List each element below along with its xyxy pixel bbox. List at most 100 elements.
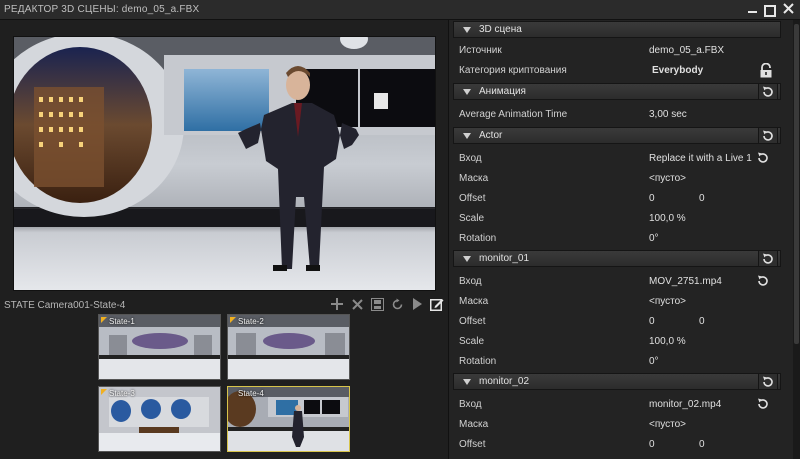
- property-value[interactable]: 3,00 sec: [649, 109, 687, 120]
- section-header-actor[interactable]: Actor: [453, 127, 781, 144]
- reset-icon: [763, 130, 773, 141]
- reset-icon: [758, 275, 768, 286]
- property-key: Average Animation Time: [459, 109, 568, 120]
- scene-preview-image: [14, 37, 435, 290]
- edit-icon: [430, 299, 444, 311]
- property-value[interactable]: <пусто>: [649, 296, 686, 307]
- state-thumbnail-label: State-3: [109, 389, 135, 398]
- state-label: STATE Camera001-State-4: [4, 299, 126, 311]
- collapse-triangle-icon[interactable]: [463, 255, 471, 262]
- property-value[interactable]: <пусто>: [649, 419, 686, 430]
- encryption-category-value[interactable]: Everybody: [652, 65, 703, 76]
- close-button[interactable]: [782, 3, 794, 16]
- property-row: Scale 100,0 %: [449, 332, 793, 351]
- offset-x-value[interactable]: 0: [649, 193, 655, 204]
- offset-y-value[interactable]: 0: [699, 316, 705, 327]
- collapse-triangle-icon[interactable]: [463, 132, 471, 139]
- scrollbar-thumb[interactable]: [794, 24, 799, 344]
- property-row: Rotation 0°: [449, 352, 793, 371]
- property-row: Маска <пусто>: [449, 292, 793, 311]
- properties-panel: 3D сцена Источник demo_05_a.FBX Категори…: [448, 20, 793, 459]
- state-flag-icon: [230, 317, 236, 323]
- collapse-triangle-icon[interactable]: [463, 378, 471, 385]
- reset-monitor-01-button[interactable]: [758, 250, 778, 267]
- section-title: Анимация: [479, 86, 526, 97]
- edit-state-button[interactable]: [430, 297, 444, 311]
- scene-viewport[interactable]: [13, 36, 436, 291]
- property-key: Rotation: [459, 233, 497, 244]
- property-key: Источник: [459, 45, 502, 56]
- property-key: Маска: [459, 419, 489, 430]
- reset-animation-button[interactable]: [758, 83, 778, 100]
- state-thumbnail-selected[interactable]: State-4: [227, 386, 350, 452]
- offset-y-value[interactable]: 0: [699, 439, 705, 450]
- reset-monitor-02-button[interactable]: [758, 373, 778, 390]
- property-key: Scale: [459, 336, 485, 347]
- property-value[interactable]: 0°: [649, 233, 659, 244]
- property-row: Average Animation Time 3,00 sec: [449, 105, 793, 124]
- offset-y-value[interactable]: 0: [699, 193, 705, 204]
- state-thumbnail-label: State-1: [109, 317, 135, 326]
- section-title: Actor: [479, 130, 503, 141]
- reset-input-button[interactable]: [755, 273, 771, 289]
- maximize-button[interactable]: [764, 3, 776, 16]
- lock-icon[interactable]: [759, 63, 773, 78]
- state-thumbnail[interactable]: State-2: [227, 314, 350, 380]
- save-state-button[interactable]: [370, 297, 384, 311]
- minimize-button[interactable]: [746, 3, 758, 16]
- collapse-triangle-icon[interactable]: [463, 26, 471, 33]
- offset-x-value[interactable]: 0: [649, 316, 655, 327]
- property-row: Вход Replace it with a Live 1: [449, 149, 793, 168]
- property-row: Вход monitor_02.mp4: [449, 395, 793, 414]
- plus-icon: [331, 298, 343, 310]
- preview-panel: STATE Camera001-State-4 State-1 State-2 …: [0, 20, 448, 459]
- save-icon: [370, 297, 384, 311]
- property-key: Маска: [459, 173, 489, 184]
- property-value[interactable]: 0°: [649, 356, 659, 367]
- reset-input-button[interactable]: [755, 396, 771, 412]
- reset-icon: [763, 253, 773, 264]
- property-key: Offset: [459, 316, 486, 327]
- title-bar: РЕДАКТОР 3D СЦЕНЫ: demo_05_a.FBX: [0, 0, 800, 20]
- section-header-monitor-01[interactable]: monitor_01: [453, 250, 781, 267]
- reset-icon: [758, 398, 768, 409]
- property-value[interactable]: MOV_2751.mp4: [649, 276, 722, 287]
- property-key: Вход: [459, 399, 482, 410]
- state-flag-icon: [101, 389, 107, 395]
- close-icon: [351, 298, 363, 310]
- property-row: Offset 0 0: [449, 189, 793, 208]
- property-value[interactable]: 100,0 %: [649, 336, 686, 347]
- collapse-triangle-icon[interactable]: [463, 88, 471, 95]
- property-value[interactable]: <пусто>: [649, 173, 686, 184]
- delete-state-button[interactable]: [350, 297, 364, 311]
- play-state-button[interactable]: [410, 297, 424, 311]
- reset-input-button[interactable]: [755, 150, 771, 166]
- close-icon: [782, 3, 794, 14]
- property-value[interactable]: monitor_02.mp4: [649, 399, 721, 410]
- section-header-monitor-02[interactable]: monitor_02: [453, 373, 781, 390]
- property-value[interactable]: demo_05_a.FBX: [649, 45, 724, 56]
- add-state-button[interactable]: [330, 297, 344, 311]
- property-key: Rotation: [459, 356, 497, 367]
- state-thumbnail[interactable]: State-1: [98, 314, 221, 380]
- properties-scrollbar[interactable]: [793, 20, 800, 459]
- property-key: Вход: [459, 153, 482, 164]
- state-thumbnail[interactable]: State-3: [98, 386, 221, 452]
- property-key: Offset: [459, 193, 486, 204]
- property-row: Источник demo_05_a.FBX: [449, 41, 793, 60]
- property-value[interactable]: 100,0 %: [649, 213, 686, 224]
- section-header-scene[interactable]: 3D сцена: [453, 21, 781, 38]
- window-controls: [746, 3, 794, 16]
- property-key: Scale: [459, 213, 485, 224]
- property-value[interactable]: Replace it with a Live 1: [649, 153, 752, 164]
- property-key: Категория криптования: [459, 65, 567, 76]
- section-header-animation[interactable]: Анимация: [453, 83, 781, 100]
- refresh-state-button[interactable]: [390, 297, 404, 311]
- state-flag-icon: [101, 317, 107, 323]
- state-thumbnails: State-1 State-2 State-3 State-4: [98, 314, 354, 454]
- property-row: Вход MOV_2751.mp4: [449, 272, 793, 291]
- reset-actor-button[interactable]: [758, 127, 778, 144]
- property-row: Offset 0 0: [449, 435, 793, 454]
- refresh-icon: [392, 298, 402, 309]
- offset-x-value[interactable]: 0: [649, 439, 655, 450]
